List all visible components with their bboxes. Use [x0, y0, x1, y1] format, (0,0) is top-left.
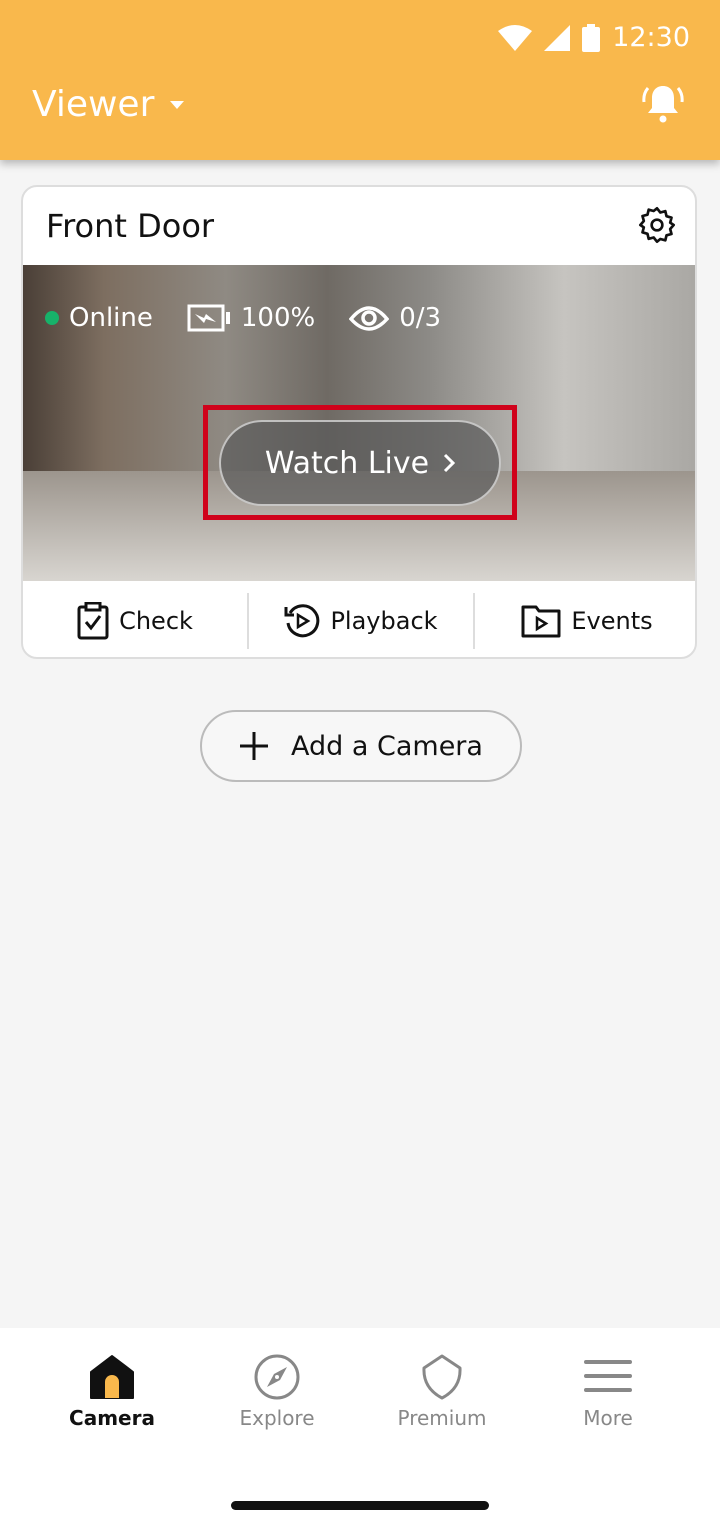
check-label: Check — [119, 607, 193, 635]
status-bar: 12:30 — [498, 22, 690, 53]
online-status: Online — [69, 303, 153, 333]
menu-icon — [584, 1360, 632, 1392]
nav-explore[interactable]: Explore — [207, 1354, 347, 1430]
clock: 12:30 — [612, 22, 690, 53]
battery-charging-icon — [187, 304, 230, 332]
battery-level: 100% — [240, 303, 316, 333]
wifi-icon — [498, 24, 533, 51]
shield-icon — [422, 1354, 462, 1400]
highlight-box — [203, 405, 517, 520]
check-button[interactable]: Check — [23, 593, 247, 649]
camera-feed[interactable]: Online 100% 0/3 Watch Live — [23, 265, 695, 581]
add-camera-label: Add a Camera — [291, 730, 483, 762]
nav-camera[interactable]: Camera — [42, 1354, 182, 1430]
caret-down-icon — [170, 100, 185, 109]
folder-play-icon — [521, 605, 561, 638]
camera-actions: Check Playback Events — [23, 581, 695, 657]
add-camera-button[interactable]: Add a Camera — [200, 710, 522, 782]
eye-icon — [349, 306, 390, 331]
nav-premium[interactable]: Premium — [372, 1354, 512, 1430]
nav-camera-label: Camera — [69, 1406, 155, 1430]
viewer-dropdown[interactable]: Viewer — [32, 84, 185, 125]
playback-icon — [284, 604, 320, 638]
battery-icon — [582, 23, 601, 52]
online-dot — [45, 311, 59, 325]
settings-gear-icon[interactable] — [637, 205, 677, 245]
compass-icon — [254, 1354, 300, 1400]
playback-label: Playback — [330, 607, 438, 635]
viewer-count: 0/3 — [399, 303, 442, 333]
plus-icon — [240, 732, 269, 760]
page-title: Viewer — [32, 84, 155, 125]
home-indicator[interactable] — [231, 1501, 489, 1510]
events-button[interactable]: Events — [473, 593, 695, 649]
playback-button[interactable]: Playback — [247, 593, 473, 649]
camera-name: Front Door — [46, 207, 215, 245]
nav-premium-label: Premium — [397, 1406, 487, 1430]
signal-icon — [544, 24, 571, 51]
events-label: Events — [571, 607, 653, 635]
app-bar: 12:30 Viewer — [0, 0, 720, 160]
camera-card: Front Door Online 100% 0/3 Watch Live Ch… — [21, 185, 697, 659]
nav-explore-label: Explore — [239, 1406, 315, 1430]
camera-info: Online 100% 0/3 — [45, 303, 441, 333]
alarm-bell-icon[interactable] — [642, 82, 684, 124]
nav-more[interactable]: More — [538, 1354, 678, 1430]
nav-more-label: More — [583, 1406, 633, 1430]
clipboard-check-icon — [77, 602, 109, 640]
home-icon — [90, 1355, 134, 1399]
bottom-nav: Camera Explore Premium More — [0, 1328, 720, 1526]
